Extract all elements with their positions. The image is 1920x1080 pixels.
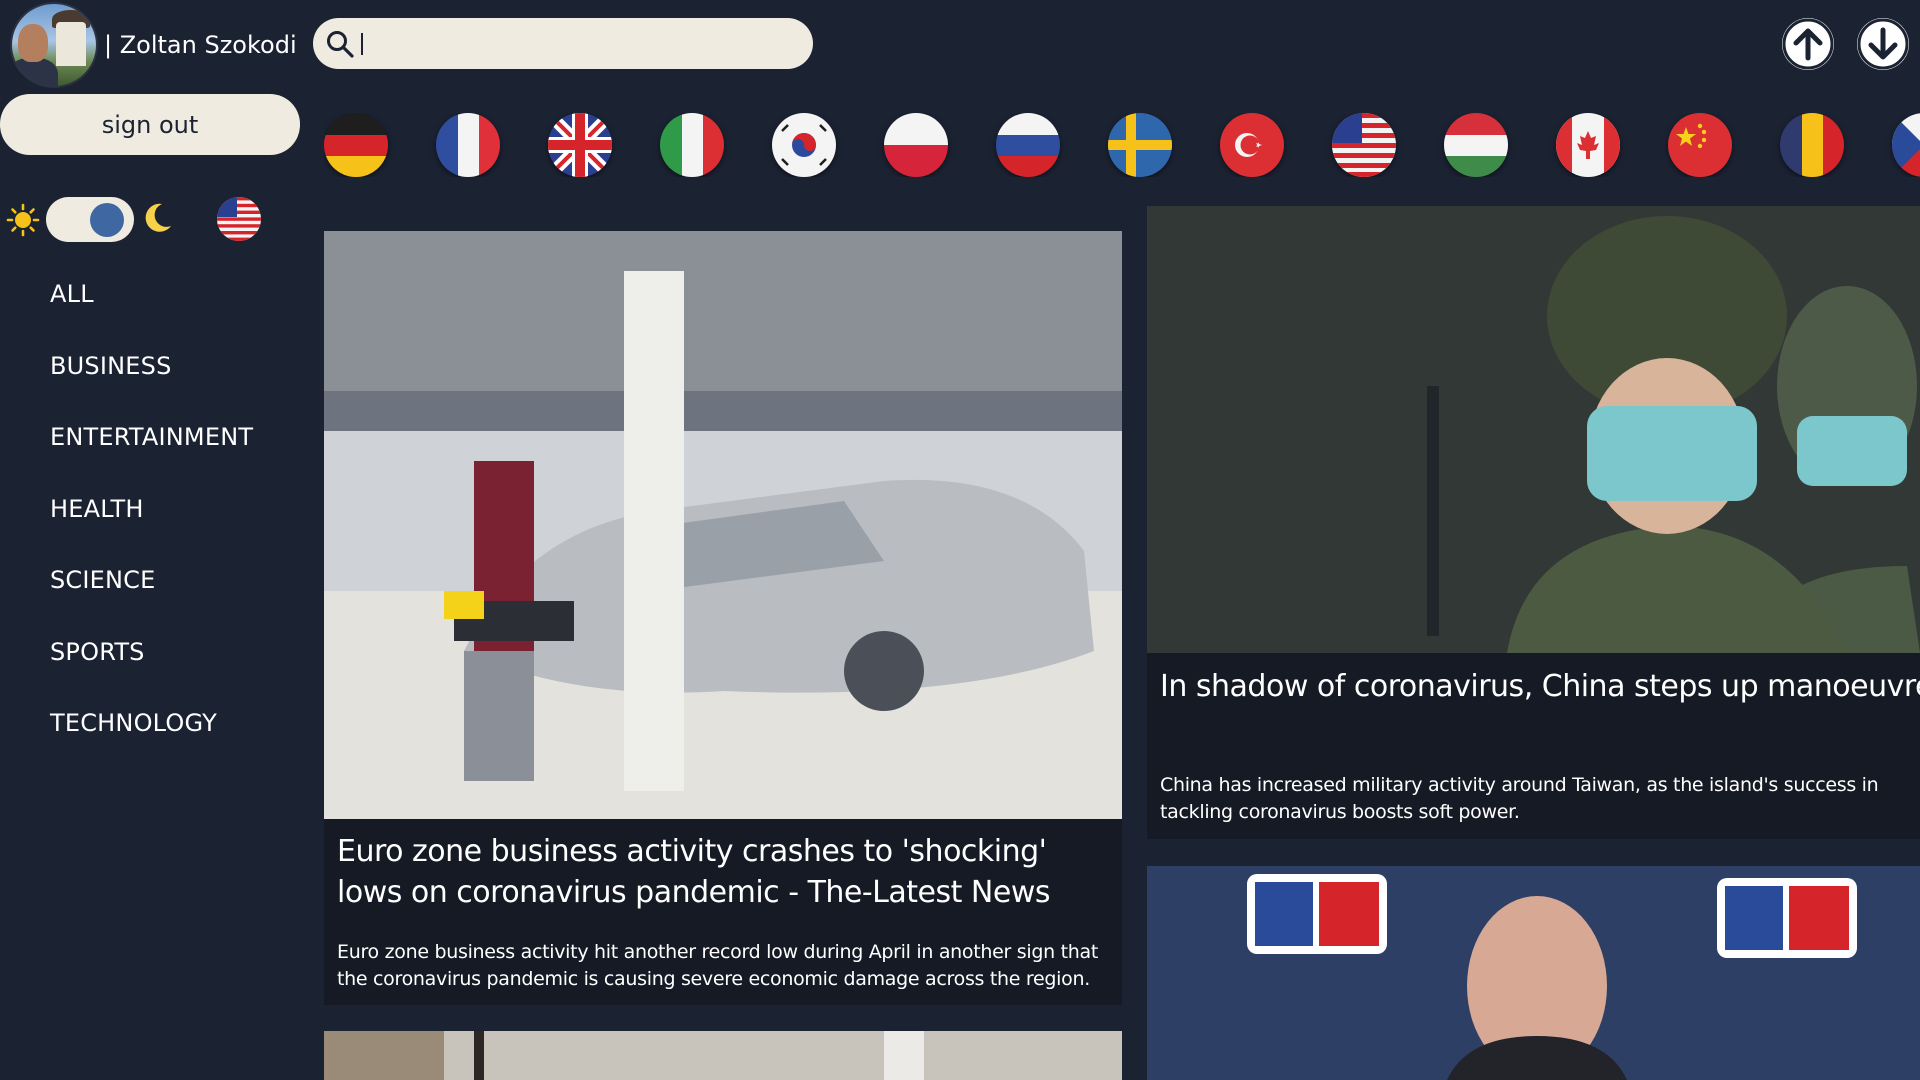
selected-country-flag-icon[interactable] — [217, 197, 261, 241]
article-image — [324, 1031, 1122, 1080]
sign-out-button[interactable]: sign out — [0, 94, 300, 155]
flag-turkey-icon[interactable] — [1220, 113, 1284, 177]
news-card[interactable] — [1147, 866, 1920, 1080]
search-bar[interactable] — [313, 18, 813, 69]
flag-canada-icon[interactable] — [1556, 113, 1620, 177]
news-card[interactable] — [324, 1031, 1122, 1080]
flag-italy-icon[interactable] — [660, 113, 724, 177]
category-all[interactable]: ALL — [50, 280, 253, 352]
scroll-up-button[interactable] — [1782, 18, 1834, 70]
article-description: China has increased military activity ar… — [1160, 774, 1879, 823]
flag-united-kingdom-icon[interactable] — [548, 113, 612, 177]
category-technology[interactable]: TECHNOLOGY — [50, 709, 253, 781]
scroll-down-button[interactable] — [1857, 18, 1909, 70]
text-cursor — [361, 32, 363, 55]
user-name: | Zoltan Szokodi — [104, 31, 297, 59]
user-profile: | Zoltan Szokodi — [10, 2, 297, 88]
category-entertainment[interactable]: ENTERTAINMENT — [50, 423, 253, 495]
toggle-knob — [90, 203, 124, 237]
search-icon — [327, 30, 354, 58]
article-description: Euro zone business activity hit another … — [337, 941, 1098, 990]
article-image — [1147, 866, 1920, 1080]
news-card[interactable]: In shadow of coronavirus, China steps up… — [1147, 206, 1920, 839]
theme-toggle[interactable] — [46, 197, 134, 242]
article-image — [1147, 206, 1920, 653]
flag-south-korea-icon[interactable] — [772, 113, 836, 177]
article-title[interactable]: In shadow of coronavirus, China steps up… — [1160, 666, 1920, 707]
category-business[interactable]: BUSINESS — [50, 352, 253, 424]
sun-icon — [6, 203, 40, 237]
flag-hungary-icon[interactable] — [1444, 113, 1508, 177]
category-health[interactable]: HEALTH — [50, 495, 253, 567]
country-flags — [324, 113, 1920, 177]
avatar — [10, 2, 98, 88]
category-sports[interactable]: SPORTS — [50, 638, 253, 710]
flag-czech-republic-icon[interactable] — [1892, 113, 1920, 177]
flag-romania-icon[interactable] — [1780, 113, 1844, 177]
article-image — [324, 231, 1122, 819]
arrow-down-icon — [1857, 18, 1909, 70]
flag-russia-icon[interactable] — [996, 113, 1060, 177]
arrow-up-icon — [1782, 18, 1834, 70]
moon-icon — [145, 203, 171, 232]
flag-poland-icon[interactable] — [884, 113, 948, 177]
flag-china-icon[interactable] — [1668, 113, 1732, 177]
article-title[interactable]: Euro zone business activity crashes to '… — [337, 831, 1117, 913]
flag-sweden-icon[interactable] — [1108, 113, 1172, 177]
category-nav: ALL BUSINESS ENTERTAINMENT HEALTH SCIENC… — [50, 280, 253, 781]
search-input[interactable] — [369, 31, 789, 56]
news-card[interactable]: Euro zone business activity crashes to '… — [324, 231, 1122, 1005]
flag-united-states-icon[interactable] — [1332, 113, 1396, 177]
category-science[interactable]: SCIENCE — [50, 566, 253, 638]
flag-germany-icon[interactable] — [324, 113, 388, 177]
flag-france-icon[interactable] — [436, 113, 500, 177]
